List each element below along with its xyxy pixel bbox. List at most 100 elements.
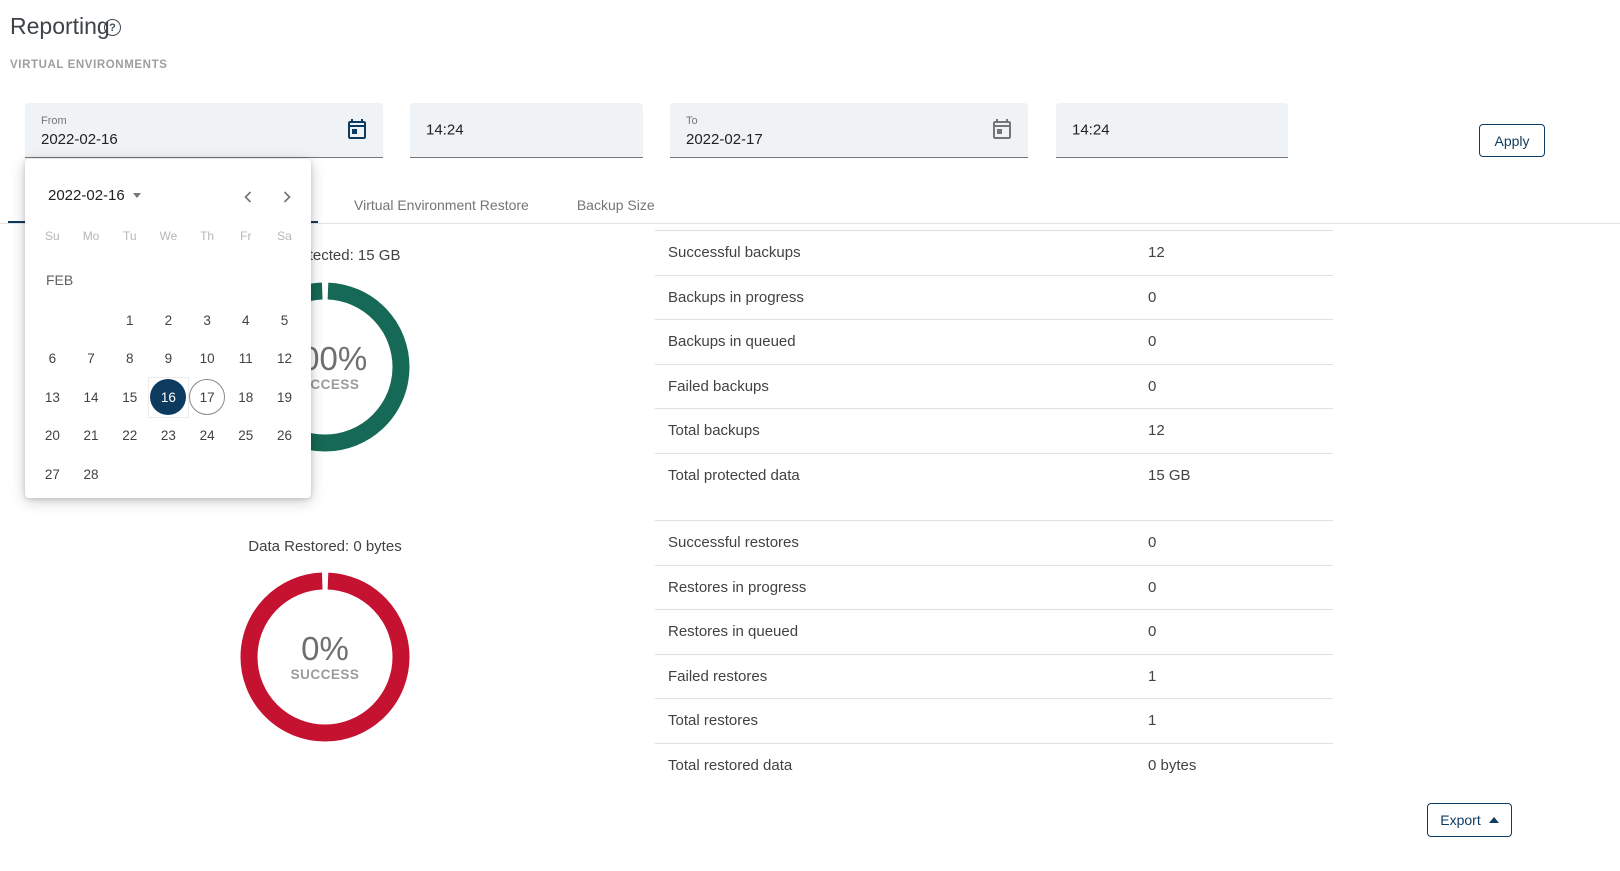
table-row: Restores in queued0 <box>655 609 1333 654</box>
weekday-label: Th <box>188 229 227 243</box>
from-date-field[interactable]: From 2022-02-16 <box>25 103 383 158</box>
day-number: 5 <box>266 302 302 338</box>
calendar-day-3[interactable]: 3 <box>188 301 227 340</box>
calendar-day-26[interactable]: 26 <box>265 417 304 456</box>
weekday-label: We <box>149 229 188 243</box>
day-number: 3 <box>189 302 225 338</box>
calendar-day-17[interactable]: 17 <box>188 378 227 417</box>
table-row: Total backups12 <box>655 408 1333 453</box>
calendar-day-16[interactable]: 16 <box>149 378 188 417</box>
from-label: From <box>41 115 67 127</box>
calendar-day-28[interactable]: 28 <box>72 455 111 494</box>
month-label: FEB <box>46 272 73 288</box>
calendar-day-6[interactable]: 6 <box>33 340 72 379</box>
day-number: 7 <box>73 341 109 377</box>
calendar-day-20[interactable]: 20 <box>33 417 72 456</box>
calendar-day-24[interactable]: 24 <box>188 417 227 456</box>
calendar-day-7[interactable]: 7 <box>72 340 111 379</box>
calendar-icon[interactable] <box>345 117 369 141</box>
previous-month-button[interactable] <box>236 185 260 209</box>
donut-percent-restored: 0% <box>301 632 349 667</box>
next-month-button[interactable] <box>275 185 299 209</box>
stat-value: 0 <box>1148 333 1156 350</box>
help-icon[interactable]: ? <box>104 19 121 36</box>
day-number: 6 <box>34 341 70 377</box>
day-number: 2 <box>150 302 186 338</box>
calendar-day-22[interactable]: 22 <box>110 417 149 456</box>
stats-table: Successful backups12Backups in progress0… <box>655 230 1333 787</box>
export-button[interactable]: Export <box>1427 803 1512 837</box>
calendar-day-9[interactable]: 9 <box>149 340 188 379</box>
stat-value: 15 GB <box>1148 467 1191 484</box>
calendar-day-15[interactable]: 15 <box>110 378 149 417</box>
apply-button[interactable]: Apply <box>1479 124 1545 157</box>
calendar-day-5[interactable]: 5 <box>265 301 304 340</box>
stat-value: 0 <box>1148 579 1156 596</box>
chevron-down-icon <box>133 193 141 198</box>
weekday-label: Fr <box>226 229 265 243</box>
datepicker-view-switch[interactable]: 2022-02-16 <box>48 187 141 204</box>
datepicker-header-date: 2022-02-16 <box>48 187 125 204</box>
stat-label: Successful restores <box>668 534 799 551</box>
calendar-day-4[interactable]: 4 <box>226 301 265 340</box>
day-number: 13 <box>34 379 70 415</box>
calendar-day-2[interactable]: 2 <box>149 301 188 340</box>
calendar-day-13[interactable]: 13 <box>33 378 72 417</box>
stat-label: Failed backups <box>668 378 769 395</box>
day-number: 15 <box>112 379 148 415</box>
day-number: 21 <box>73 418 109 454</box>
calendar-day-empty <box>226 455 265 494</box>
stat-label: Restores in queued <box>668 623 798 640</box>
day-number: 9 <box>150 341 186 377</box>
calendar-day-10[interactable]: 10 <box>188 340 227 379</box>
calendar-day-25[interactable]: 25 <box>226 417 265 456</box>
stat-label: Total restores <box>668 712 758 729</box>
table-row: Failed restores1 <box>655 654 1333 699</box>
day-number: 28 <box>73 456 109 492</box>
calendar-day-empty <box>33 301 72 340</box>
day-number: 17 <box>189 379 225 415</box>
table-row: Total restores1 <box>655 698 1333 743</box>
stat-label: Total protected data <box>668 467 800 484</box>
day-number: 19 <box>266 379 302 415</box>
stat-label: Failed restores <box>668 668 767 685</box>
weekday-label: Mo <box>72 229 111 243</box>
to-time-value: 14:24 <box>1072 122 1110 139</box>
calendar-icon[interactable] <box>990 117 1014 141</box>
weekday-label: Sa <box>265 229 304 243</box>
weekday-label: Tu <box>110 229 149 243</box>
calendar-day-11[interactable]: 11 <box>226 340 265 379</box>
tab-virtual-environment-restore[interactable]: Virtual Environment Restore <box>330 197 553 213</box>
to-label: To <box>686 115 698 127</box>
calendar-day-8[interactable]: 8 <box>110 340 149 379</box>
weekday-label: Su <box>33 229 72 243</box>
day-number: 11 <box>228 341 264 377</box>
calendar-day-1[interactable]: 1 <box>110 301 149 340</box>
calendar-day-19[interactable]: 19 <box>265 378 304 417</box>
calendar-day-21[interactable]: 21 <box>72 417 111 456</box>
stat-value: 0 <box>1148 534 1156 551</box>
from-time-field[interactable]: 14:24 <box>410 103 643 158</box>
calendar-day-18[interactable]: 18 <box>226 378 265 417</box>
arrow-up-icon <box>1489 817 1499 823</box>
page-title: Reporting <box>10 13 110 40</box>
table-row: Successful restores 0 <box>655 520 1333 565</box>
calendar-day-23[interactable]: 23 <box>149 417 188 456</box>
stat-value: 0 <box>1148 289 1156 306</box>
calendar-day-empty <box>149 455 188 494</box>
tab-backup-size[interactable]: Backup Size <box>553 197 679 213</box>
to-date-field[interactable]: To 2022-02-17 <box>670 103 1028 158</box>
stat-value: 12 <box>1148 422 1165 439</box>
from-date-value: 2022-02-16 <box>41 131 118 148</box>
calendar-day-14[interactable]: 14 <box>72 378 111 417</box>
export-label: Export <box>1440 812 1480 828</box>
to-time-field[interactable]: 14:24 <box>1056 103 1288 158</box>
table-row: Total restored data0 bytes <box>655 743 1333 788</box>
to-date-value: 2022-02-17 <box>686 131 763 148</box>
stat-value: 12 <box>1148 244 1165 261</box>
calendar-day-27[interactable]: 27 <box>33 455 72 494</box>
calendar-day-12[interactable]: 12 <box>265 340 304 379</box>
day-number: 20 <box>34 418 70 454</box>
day-number: 8 <box>112 341 148 377</box>
stat-label: Successful backups <box>668 244 801 261</box>
